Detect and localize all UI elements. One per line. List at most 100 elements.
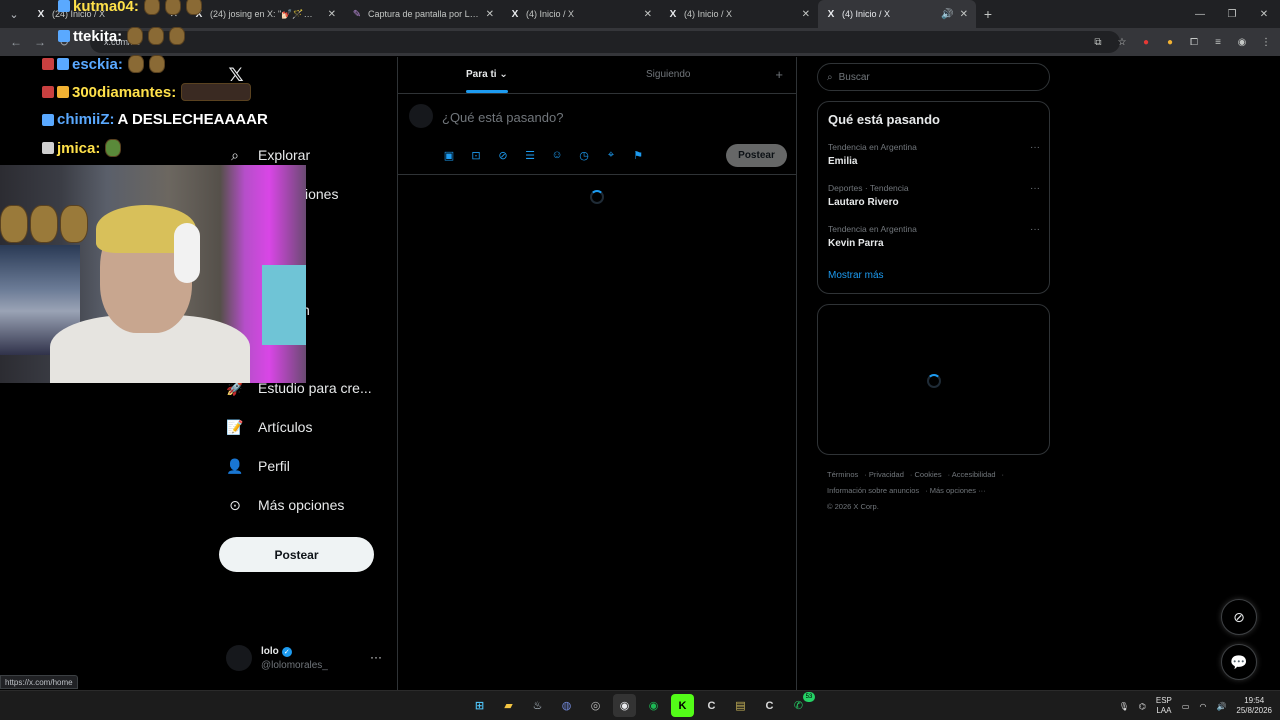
composer-post-button[interactable]: Postear [726, 144, 787, 167]
tab-close-icon[interactable]: ✕ [960, 9, 968, 20]
clock-date: 25/8/2026 [1236, 706, 1272, 715]
trend-item[interactable]: Tendencia en Argentina Kevin Parra ··· [828, 224, 1040, 254]
spotify-icon[interactable]: ◉ [642, 694, 665, 717]
footer-link[interactable]: Información sobre anuncios [827, 486, 919, 495]
footer-link[interactable]: Más opciones ··· [930, 486, 986, 495]
windows-start-icon[interactable]: ⊞ [468, 694, 491, 717]
chat-badge-icon [42, 113, 54, 126]
footer-link[interactable]: Privacidad [869, 470, 904, 479]
extension-red-icon[interactable]: ● [1138, 37, 1154, 48]
tab-close-icon[interactable]: ✕ [644, 9, 652, 20]
x-favicon-icon: X [511, 8, 519, 20]
browser-tab[interactable]: ✎ Captura de pantalla por Lightsh ✕ [344, 0, 502, 28]
account-switcher[interactable]: lolo ✓ @lolomorales_ ··· [226, 644, 386, 674]
chat-text: A DESLECHEAAAAR [117, 111, 268, 128]
grok-fab-icon[interactable]: ⊘ [1221, 599, 1257, 635]
footer-link[interactable]: Cookies [914, 470, 941, 479]
nav-item-profile[interactable]: 👤 Perfil [226, 454, 290, 478]
nav-item-articles[interactable]: 📝 Artículos [226, 415, 312, 439]
emote-icon [143, 0, 160, 15]
media-control-icon[interactable]: ≡ [1210, 37, 1226, 48]
tab-audio-icon[interactable]: 🔊 [941, 9, 953, 20]
volume-icon[interactable]: 🔊 [1216, 702, 1226, 711]
webcam-person-headset [174, 223, 200, 283]
emoji-icon[interactable]: ☺ [550, 148, 564, 162]
browser-tab[interactable]: X (4) Inicio / X ✕ [502, 0, 660, 28]
app-icon[interactable]: ◎ [584, 694, 607, 717]
bookmark-star-icon[interactable]: ☆ [1114, 37, 1130, 48]
show-more-link[interactable]: Mostrar más [828, 270, 884, 281]
footer-link[interactable]: Accesibilidad [952, 470, 996, 479]
profile-avatar-icon[interactable]: ◉ [1234, 37, 1250, 48]
chat-user: jmica: [57, 139, 101, 157]
grok-icon[interactable]: ⊘ [496, 148, 510, 162]
flag-icon[interactable]: ⚑ [631, 148, 645, 162]
search-input[interactable]: ⌕ Buscar [817, 63, 1050, 91]
location-icon[interactable]: ⌖ [604, 148, 618, 162]
network-tray-icon[interactable]: ⌬ [1139, 702, 1146, 711]
footer-link[interactable]: Términos [827, 470, 858, 479]
back-icon[interactable]: ← [4, 35, 28, 49]
gif-icon[interactable]: ⊡ [469, 148, 483, 162]
feed-tabs: Para ti ⌄ Siguiendo + [398, 57, 797, 94]
composer: ¿Qué está pasando? ▣ ⊡ ⊘ ☰ ☺ ◷ ⌖ ⚑ Poste… [398, 94, 797, 175]
microphone-icon[interactable]: 🎙 [1119, 702, 1129, 711]
more-dots-icon[interactable]: ··· [1030, 224, 1040, 235]
more-dots-icon[interactable]: ··· [1030, 183, 1040, 194]
whatsapp-notification-badge: 53 [803, 692, 815, 702]
restore-icon[interactable]: ❐ [1216, 0, 1248, 28]
system-clock[interactable]: 19:54 25/8/2026 [1236, 696, 1272, 716]
schedule-icon[interactable]: ◷ [577, 148, 591, 162]
ccleaner-icon[interactable]: C [700, 694, 723, 717]
more-dots-icon[interactable]: ··· [370, 650, 382, 664]
article-icon: 📝 [226, 418, 244, 435]
tab-search-chevron-icon[interactable]: ⌄ [0, 0, 28, 28]
discord-icon[interactable]: ◍ [555, 694, 578, 717]
status-url: https://x.com/home [0, 675, 78, 689]
chat-message: kutma04: [58, 0, 202, 15]
sidebar-loading-panel [817, 304, 1050, 455]
file-explorer-icon[interactable]: ▰ [497, 694, 520, 717]
install-app-icon[interactable]: ⧉ [1090, 37, 1106, 48]
ticket-app-icon[interactable]: ▤ [729, 694, 752, 717]
browser-tab-active[interactable]: X (4) Inicio / X 🔊 ✕ [818, 0, 976, 28]
image-icon[interactable]: ▣ [442, 148, 456, 162]
browser-tab[interactable]: X (4) Inicio / X ✕ [660, 0, 818, 28]
ccleaner-alt-icon[interactable]: C [758, 694, 781, 717]
kick-icon[interactable]: K [671, 694, 694, 717]
emote-icon [0, 205, 28, 243]
poll-icon[interactable]: ☰ [523, 148, 537, 162]
add-column-icon[interactable]: + [775, 67, 783, 82]
tab-close-icon[interactable]: ✕ [802, 9, 810, 20]
tab-for-you[interactable]: Para ti ⌄ [466, 69, 508, 93]
minimize-icon[interactable]: — [1184, 0, 1216, 28]
extension-yellow-icon[interactable]: ● [1162, 37, 1178, 48]
display-icon[interactable]: ▭ [1182, 702, 1190, 711]
lang-code: ESP [1155, 696, 1172, 705]
chrome-icon[interactable]: ◉ [613, 694, 636, 717]
messages-fab-icon[interactable]: 💬 [1221, 644, 1257, 680]
composer-tools: ▣ ⊡ ⊘ ☰ ☺ ◷ ⌖ ⚑ [442, 148, 645, 162]
chat-badge-icon [57, 86, 69, 98]
extensions-puzzle-icon[interactable]: ⧠ [1186, 37, 1202, 48]
toolbar-actions: ⧉ ☆ ● ● ⧠ ≡ ◉ ⋮ [1090, 28, 1274, 56]
wifi-icon[interactable]: ◠ [1199, 702, 1206, 711]
emote-icon [148, 55, 165, 73]
tab-close-icon[interactable]: ✕ [328, 9, 336, 20]
chat-message: ttekita: [58, 27, 186, 45]
trend-item[interactable]: Deportes · Tendencia Lautaro Rivero ··· [828, 183, 1040, 213]
nav-item-more-options[interactable]: ⊙ Más opciones [226, 493, 344, 517]
composer-input[interactable]: ¿Qué está pasando? [442, 110, 563, 125]
trend-item[interactable]: Tendencia en Argentina Emilia ··· [828, 142, 1040, 172]
window-close-icon[interactable]: ✕ [1248, 0, 1280, 28]
loading-spinner [927, 374, 941, 388]
tab-close-icon[interactable]: ✕ [486, 9, 494, 20]
post-button[interactable]: Postear [219, 537, 374, 572]
tab-following[interactable]: Siguiendo [646, 69, 690, 80]
browser-menu-icon[interactable]: ⋮ [1258, 37, 1274, 48]
steam-icon[interactable]: ♨ [526, 694, 549, 717]
more-dots-icon[interactable]: ··· [1030, 142, 1040, 153]
new-tab-button[interactable]: + [976, 6, 1000, 22]
profile-icon: 👤 [226, 457, 244, 474]
input-language[interactable]: ESP LAA [1156, 696, 1172, 716]
